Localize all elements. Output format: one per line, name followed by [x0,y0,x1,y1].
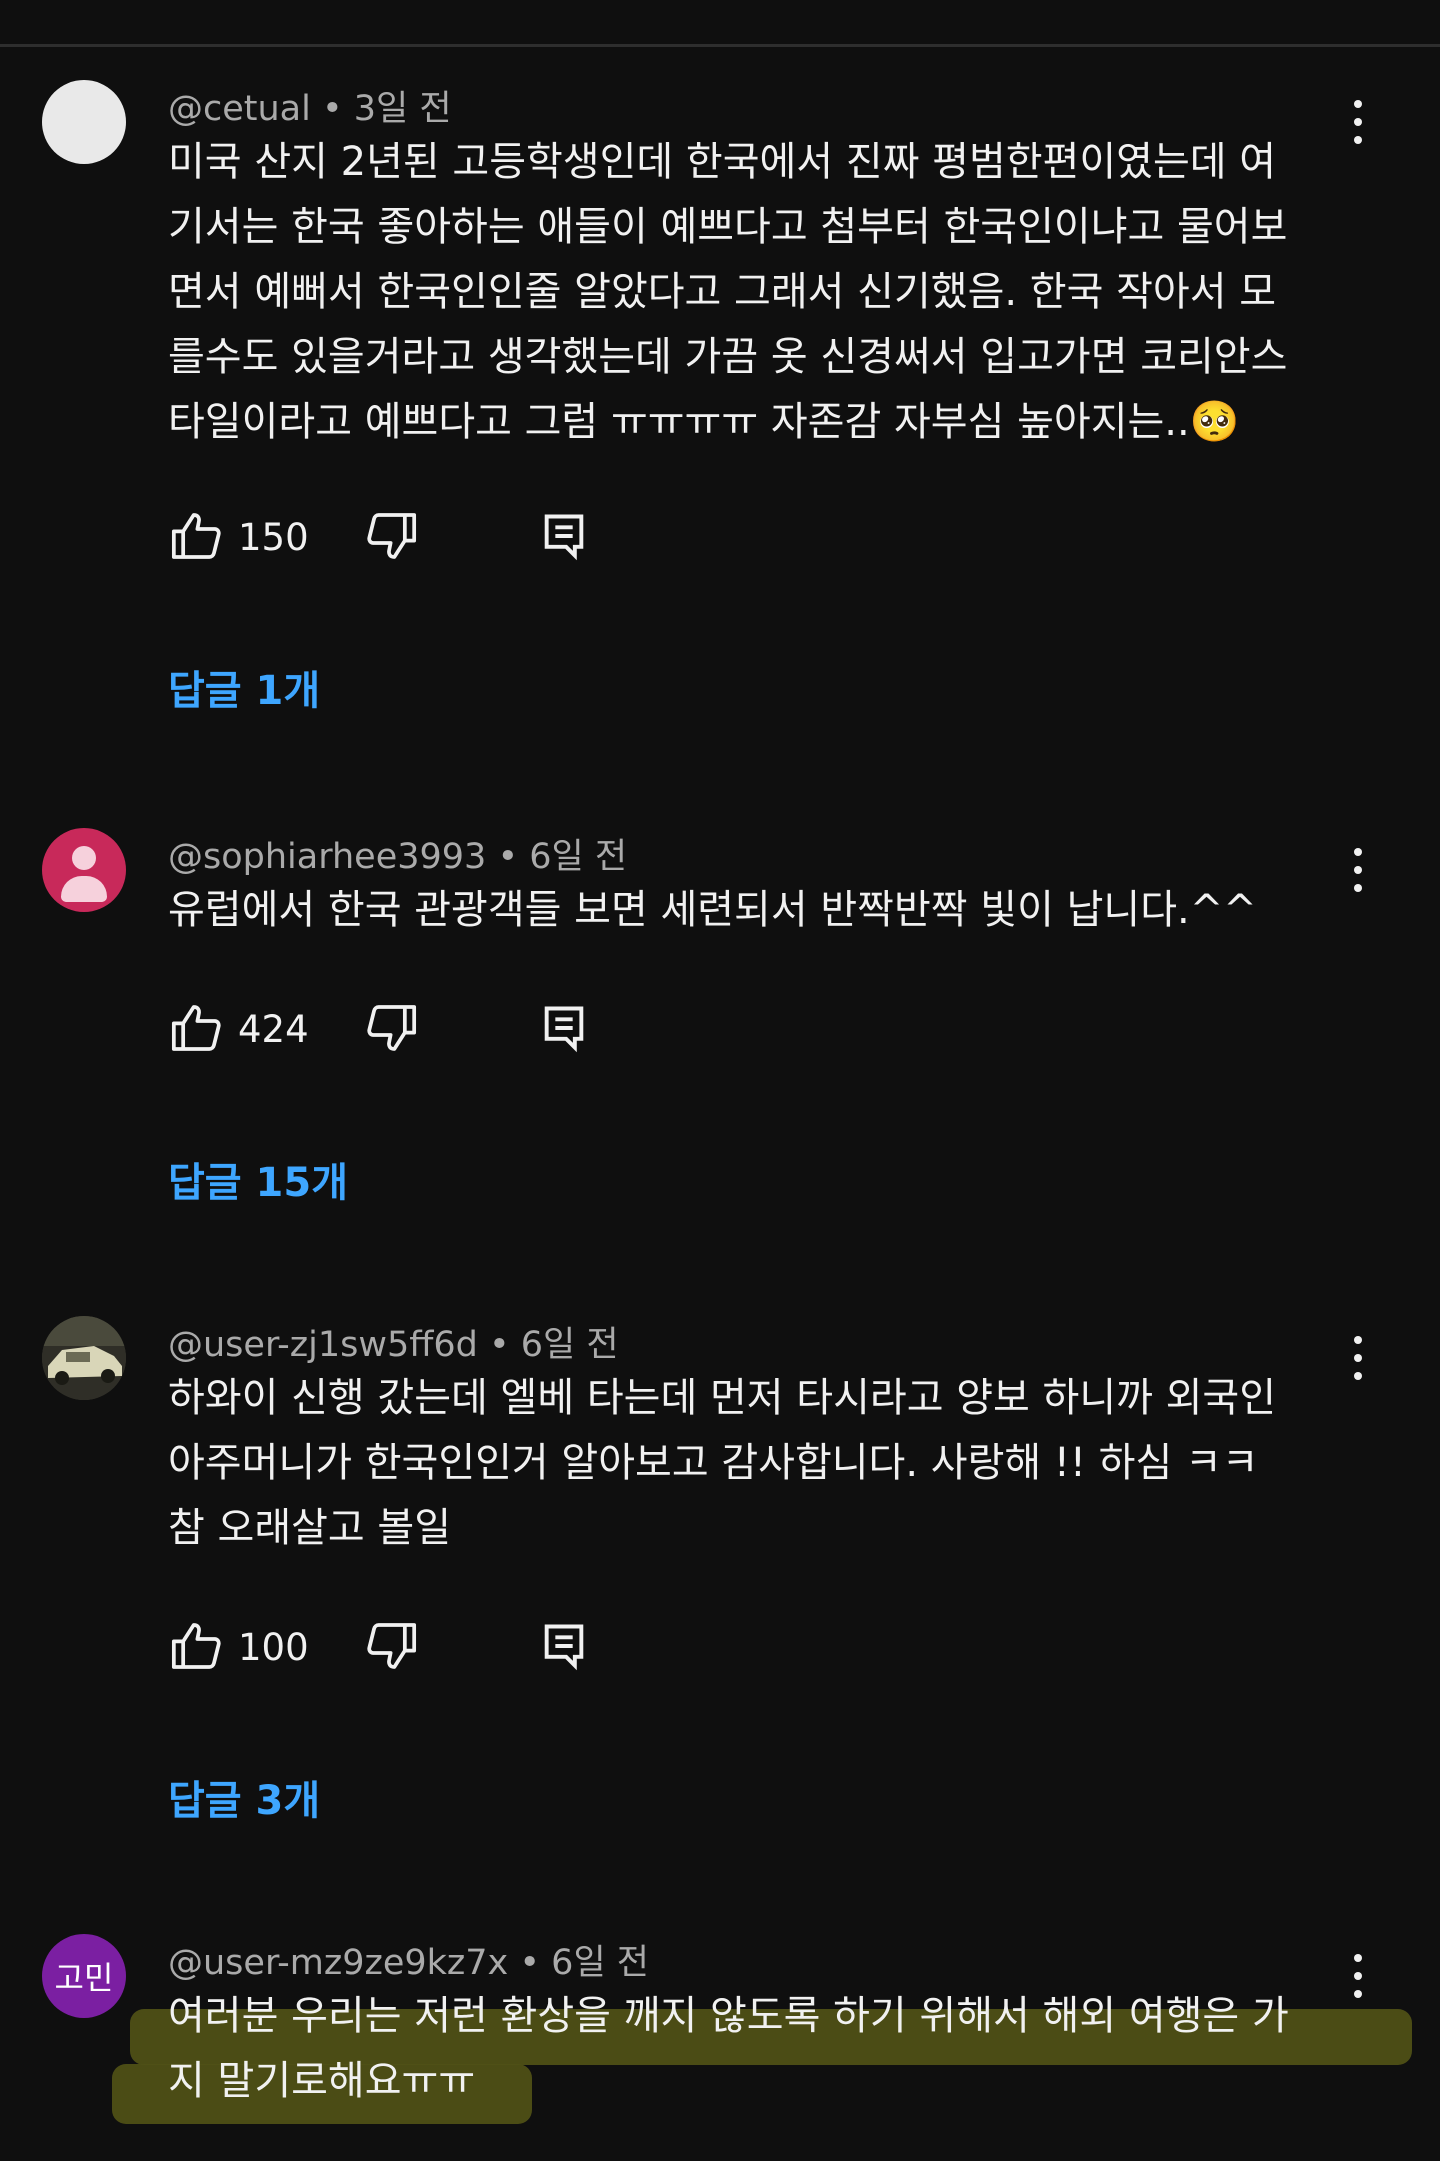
like-count: 100 [238,1626,309,1669]
meta-separator: • [508,1943,552,1983]
comment-author[interactable]: @user-zj1sw5ff6d [168,1325,478,1365]
comment-time[interactable]: 6일 전 [529,837,627,877]
more-options-icon[interactable] [1346,1336,1370,1386]
default-avatar-head [72,846,96,870]
like-icon[interactable] [168,508,224,564]
default-avatar-body [61,876,107,902]
reply-icon[interactable] [538,510,590,562]
like-count: 150 [238,516,309,559]
top-divider [0,44,1440,47]
avatar[interactable] [42,80,126,164]
more-options-icon[interactable] [1346,848,1370,898]
comment-meta: @sophiarhee3993 • 6일 전 [168,828,627,879]
comment-meta: @user-mz9ze9kz7x • 6일 전 [168,1934,649,1985]
view-replies-button[interactable]: 답글 15개 [168,1150,348,1208]
car-photo-icon [42,1316,126,1400]
view-replies-button[interactable]: 답글 3개 [168,1768,320,1826]
dislike-icon[interactable] [364,1000,420,1056]
meta-separator: • [477,1325,521,1365]
view-replies-button[interactable]: 답글 1개 [168,658,320,716]
comment-text: 미국 산지 2년된 고등학생인데 한국에서 진짜 평범한편이였는데 여 기서는 … [168,139,1288,445]
dislike-icon[interactable] [364,1618,420,1674]
comment-actions: 424 [168,1000,668,1060]
more-options-icon[interactable] [1346,1954,1370,2004]
comment-meta: @user-zj1sw5ff6d • 6일 전 [168,1316,619,1367]
like-icon[interactable] [168,1618,224,1674]
comment-author[interactable]: @cetual [168,89,311,129]
dislike-icon[interactable] [364,508,420,564]
avatar[interactable]: 고민 [42,1934,126,2018]
comment-actions: 150 [168,508,668,568]
reply-icon[interactable] [538,1620,590,1672]
meta-separator: • [486,837,530,877]
comment-text: 하와이 신행 갔는데 엘베 타는데 먼저 타시라고 양보 하니까 외국인 아주머… [168,1375,1277,1551]
more-options-icon[interactable] [1346,100,1370,150]
comment-text: 유럽에서 한국 관광객들 보면 세련되서 반짝반짝 빛이 납니다.^^ [168,887,1257,933]
avatar[interactable] [42,828,126,912]
comment-time[interactable]: 6일 전 [521,1325,619,1365]
meta-separator: • [310,89,354,129]
comment-time[interactable]: 3일 전 [354,89,452,129]
comment-meta: @cetual • 3일 전 [168,80,452,131]
comment-author[interactable]: @user-mz9ze9kz7x [168,1943,508,1983]
avatar-initials: 고민 [54,1959,114,1997]
comment-time[interactable]: 6일 전 [551,1943,649,1983]
comment-author[interactable]: @sophiarhee3993 [168,837,486,877]
like-count: 424 [238,1008,309,1051]
comment-text: 여러분 우리는 저런 환상을 깨지 않도록 하기 위해서 해외 여행은 가 지 … [168,1993,1289,2104]
reply-icon[interactable] [538,1002,590,1054]
like-icon[interactable] [168,1000,224,1056]
comment-actions: 100 [168,1618,668,1678]
avatar[interactable] [42,1316,126,1400]
